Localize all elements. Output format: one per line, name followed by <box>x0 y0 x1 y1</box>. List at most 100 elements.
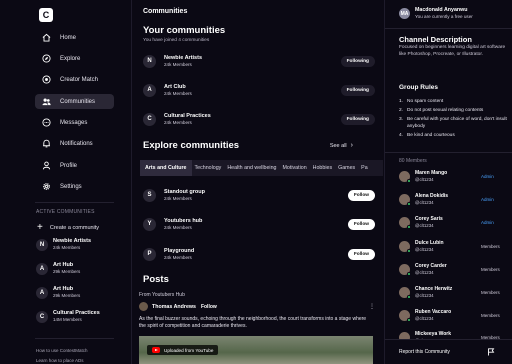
see-all-link[interactable]: See all › <box>330 142 353 149</box>
joined-community-row[interactable]: N Newbie Artists 24k Members Following <box>143 52 375 70</box>
active-communities-heading: ACTIVE COMMUNITIES <box>36 209 95 215</box>
member-handle: @clt1234 <box>415 315 434 321</box>
tab-technology[interactable]: Technology <box>192 160 225 176</box>
app-logo[interactable]: C <box>39 8 53 22</box>
current-user[interactable]: MA Macdonald Anyanwu You are currently a… <box>399 7 473 20</box>
joined-community-row[interactable]: C Cultural Practices 24k Members Followi… <box>143 110 375 128</box>
page-title: Communities <box>143 8 188 15</box>
nav-item-explore[interactable]: Explore <box>35 51 114 66</box>
community-avatar: N <box>143 54 156 68</box>
nav-item-home[interactable]: Home <box>35 30 114 45</box>
member-role: Admin <box>481 219 494 225</box>
suggested-community-row[interactable]: Y Youtubers hub 24k Members Follow <box>143 215 375 233</box>
tab-health-and-wellbeing[interactable]: Health and wellbeing <box>224 160 279 176</box>
place-ads-link[interactable]: Learn how to place ADs <box>36 358 84 363</box>
nav-item-settings[interactable]: Settings <box>35 179 114 194</box>
person-icon <box>41 161 51 171</box>
member-item[interactable]: Corey Carder @clt1234 Members <box>399 263 503 276</box>
member-avatar <box>399 240 411 253</box>
nav-item-messages[interactable]: Messages <box>35 115 114 130</box>
member-item[interactable]: Dulce Lubin @clt1234 Members <box>399 240 503 253</box>
youtube-badge-label: Uploaded from YouTube <box>164 347 214 353</box>
community-name: Newbie Artists <box>53 238 92 244</box>
nav-label: Creator Match <box>60 76 99 83</box>
more-options-icon[interactable]: ⋮ <box>369 303 375 310</box>
rule-number: 4. <box>399 132 404 138</box>
author-name[interactable]: Thomas Andrews <box>152 304 196 310</box>
sidebar-community-item[interactable]: N Newbie Artists 24k Members <box>36 238 91 251</box>
follow-button[interactable]: Follow <box>347 189 375 201</box>
nav-item-profile[interactable]: Profile <box>35 158 114 173</box>
tab-more[interactable]: Pa <box>358 160 370 176</box>
nav-label: Explore <box>60 55 81 62</box>
follow-author-button[interactable]: Follow <box>201 304 217 310</box>
how-to-use-link[interactable]: How to use ContestMatch <box>36 348 88 353</box>
online-indicator <box>407 248 411 253</box>
sidebar-community-item[interactable]: C Cultural Practices 14M Members <box>36 310 100 323</box>
member-avatar <box>399 286 411 299</box>
member-handle: @clt1234 <box>415 176 434 182</box>
sidebar-community-item[interactable]: A Art Hub 29k Members <box>36 286 80 299</box>
community-avatar: A <box>143 83 156 97</box>
nav-item-communities[interactable]: Communities <box>35 94 114 109</box>
left-sidebar: C Home Explore Creator Match Communities… <box>0 0 132 364</box>
author-avatar[interactable] <box>139 302 148 311</box>
sidebar-community-item[interactable]: A Art Hub 29k Members <box>36 262 80 275</box>
member-item[interactable]: Alena Dokidis @clt1234 Admin <box>399 193 503 206</box>
group-rules-list: 1. No spam content 2. Do not post sexual r… <box>399 99 507 142</box>
member-item[interactable]: Ruben Vaccaro @clt1234 Members <box>399 309 503 322</box>
following-button[interactable]: Following <box>340 55 375 67</box>
tab-hobbies[interactable]: Hobbies <box>310 160 335 176</box>
member-role: Members <box>481 243 500 249</box>
online-indicator <box>407 224 411 229</box>
main-content: Communities Your communities You have jo… <box>133 0 383 364</box>
match-icon <box>41 75 51 85</box>
follow-button[interactable]: Follow <box>347 248 375 260</box>
tab-games[interactable]: Games <box>335 160 358 176</box>
following-button[interactable]: Following <box>340 113 375 125</box>
plus-icon: + <box>37 222 43 233</box>
nav-item-notifications[interactable]: Notifications <box>35 136 114 151</box>
community-members: 24k Members <box>53 245 81 250</box>
right-panel: MA Macdonald Anyanwu You are currently a… <box>384 0 512 364</box>
member-role: Admin <box>481 196 494 202</box>
member-handle: @clt1234 <box>415 292 434 298</box>
community-name: Playground <box>164 247 195 254</box>
tab-motivation[interactable]: Motivation <box>280 160 310 176</box>
community-name: Newbie Artists <box>164 54 203 61</box>
your-communities-title: Your communities <box>143 25 226 36</box>
post-body: As the final buzzer sounds, echoing thro… <box>139 316 367 329</box>
users-icon <box>41 97 51 107</box>
member-role: Members <box>481 289 500 295</box>
post-video[interactable]: Uploaded from YouTube <box>139 336 373 364</box>
posts-title: Posts <box>143 274 169 285</box>
joined-community-row[interactable]: A Art Club 24k Members Following <box>143 81 375 99</box>
follow-button[interactable]: Follow <box>347 218 375 230</box>
suggested-community-row[interactable]: P Playground 24k Members Follow <box>143 245 375 263</box>
bell-icon <box>41 139 51 149</box>
nav-item-creator-match[interactable]: Creator Match <box>35 72 114 87</box>
community-members: 29k Members <box>53 269 81 274</box>
community-avatar: C <box>36 310 48 323</box>
youtube-badge: Uploaded from YouTube <box>147 345 219 355</box>
category-tabs: Arts and Culture Technology Health and w… <box>140 160 383 176</box>
member-item[interactable]: Maren Mango @clt1234 Admin <box>399 170 503 183</box>
online-indicator <box>407 201 411 206</box>
rule-number: 1. <box>399 99 404 104</box>
tab-arts-and-culture[interactable]: Arts and Culture <box>140 160 192 176</box>
report-community-button[interactable]: Report this Community <box>385 339 512 364</box>
divider <box>35 202 114 203</box>
member-item[interactable]: Corey Saris @clt1234 Admin <box>399 216 503 229</box>
suggested-community-row[interactable]: S Standout group 24k Members Follow <box>143 186 375 204</box>
member-item[interactable]: Chance Herwitz @clt1234 Members <box>399 286 503 299</box>
rule-item: 1. No spam content <box>399 99 507 106</box>
your-communities-subtitle: You have joined 4 communities <box>143 38 210 43</box>
member-avatar <box>399 309 411 322</box>
user-status: You are currently a free user <box>415 14 473 19</box>
online-indicator <box>407 271 411 276</box>
member-handle: @clt1234 <box>415 199 434 205</box>
flag-icon <box>488 348 495 356</box>
create-community-button[interactable]: + Create a community <box>37 223 99 233</box>
following-button[interactable]: Following <box>340 84 375 96</box>
chevron-right-icon: › <box>350 142 353 149</box>
